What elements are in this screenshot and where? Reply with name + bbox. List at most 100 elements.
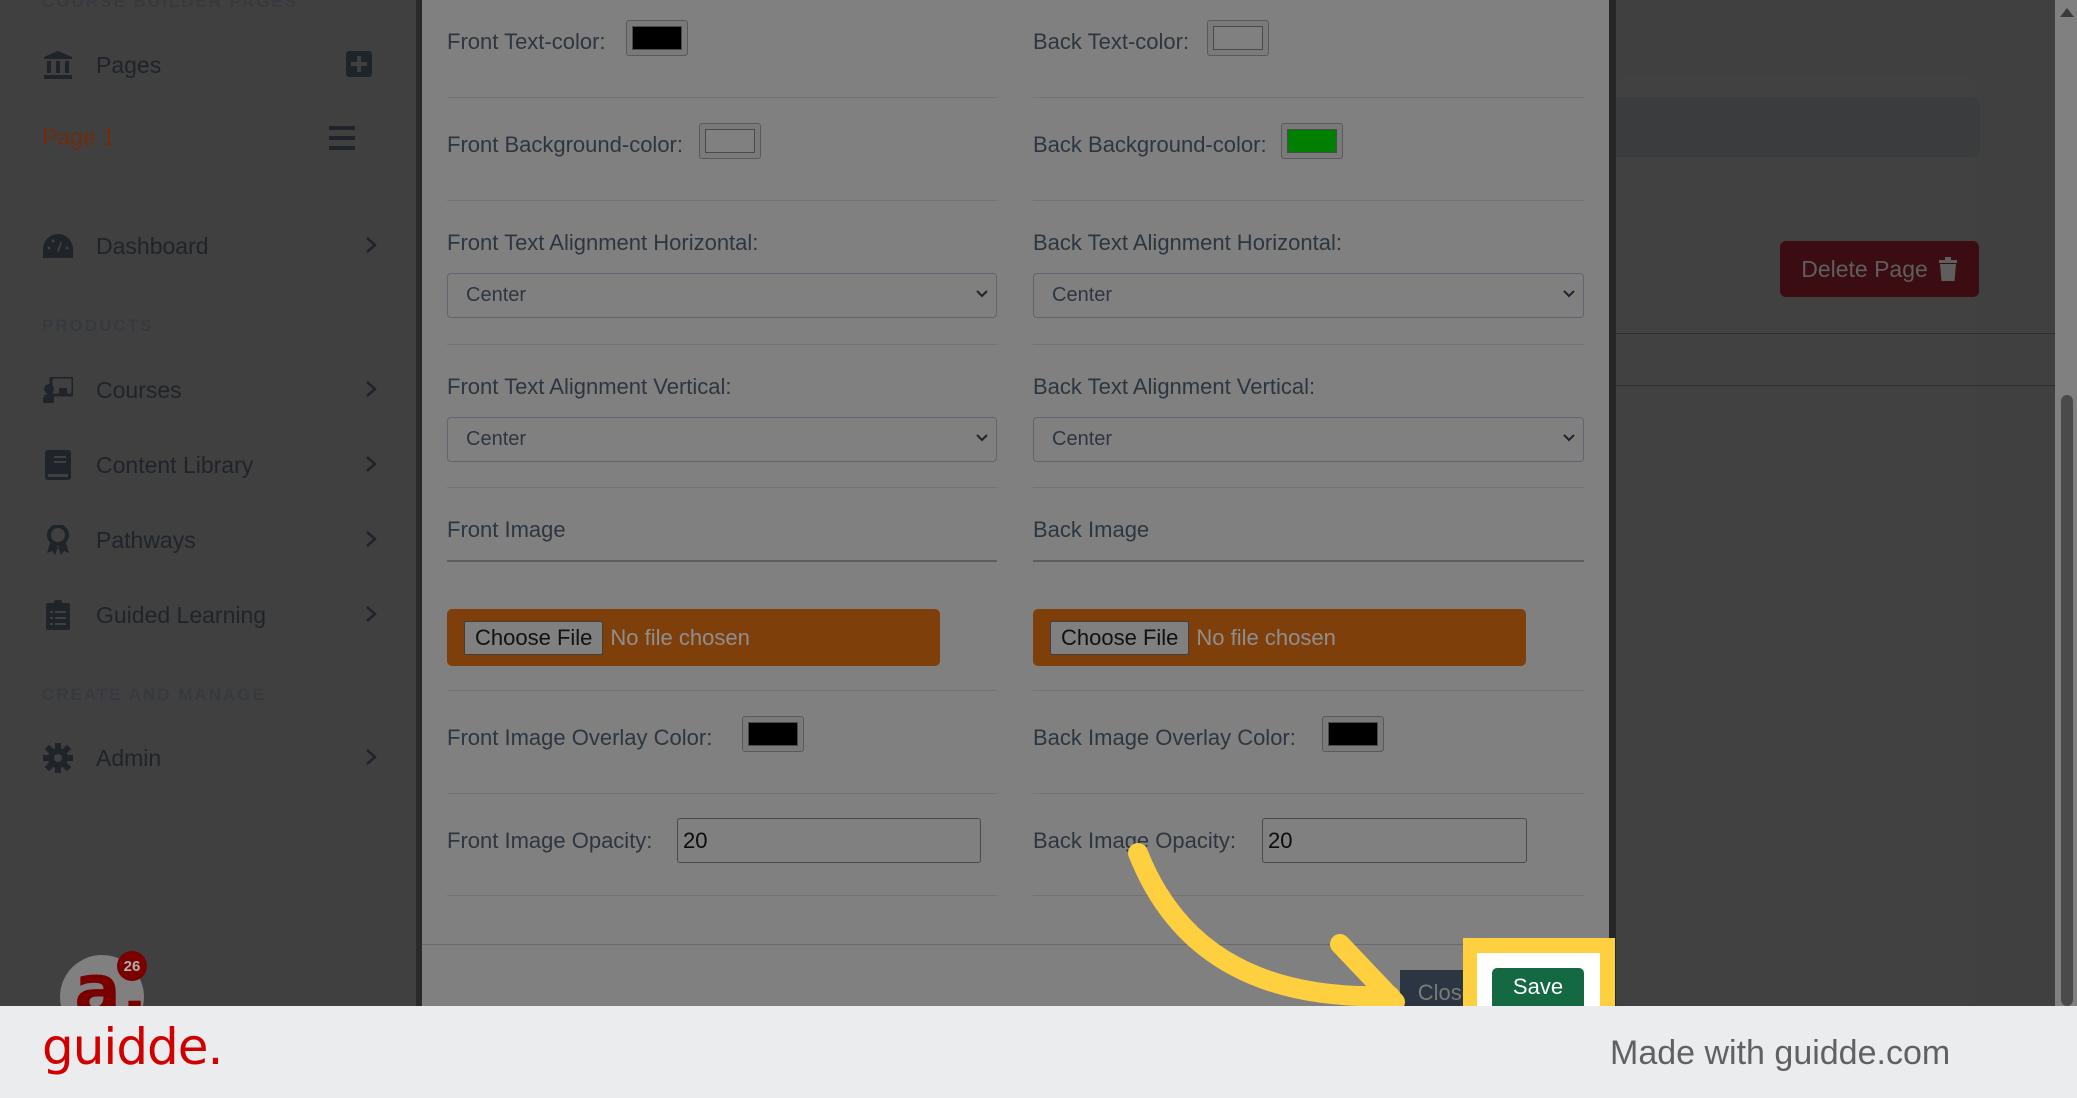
back-image-label: Back Image [1033,517,1150,542]
chevron-right-icon [366,606,377,622]
front-v-align-select[interactable]: Center [447,417,997,462]
front-image-underline [447,560,997,562]
back-v-align-select[interactable]: Center [1033,417,1584,462]
sidebar-item-guided-learning[interactable]: Guided Learning [42,595,382,635]
clipboard-list-icon [42,599,74,631]
sidebar-item-label: Content Library [96,451,254,478]
divider [1616,385,2056,386]
page-menu-icon[interactable] [329,126,355,150]
front-choose-file-button[interactable]: Choose File [464,620,604,655]
front-opacity-label: Front Image Opacity: [447,828,653,853]
divider [447,690,997,691]
back-image-underline [1033,560,1584,562]
scrollbar-thumb[interactable] [2061,395,2073,1006]
chevron-right-icon [366,456,377,472]
divider [1033,200,1584,201]
sidebar-item-admin[interactable]: Admin [42,738,382,778]
dashboard-gauge-icon [42,230,74,262]
back-text-color-picker[interactable] [1207,20,1269,56]
main-card [1616,75,1976,1005]
front-bg-color-picker[interactable] [699,123,761,159]
sidebar-item-label: Guided Learning [96,601,267,628]
front-bg-color-label: Front Background-color: [447,132,683,157]
front-v-align-label: Front Text Alignment Vertical: [447,374,732,399]
back-text-color-label: Back Text-color: [1033,29,1190,54]
notification-badge: 26 [117,951,147,981]
scroll-up-arrow-icon[interactable] [2060,8,2074,17]
sidebar: COURSE BUILDER PAGES Pages Page 1 Dashbo… [0,0,416,1006]
front-h-align-label: Front Text Alignment Horizontal: [447,230,759,255]
sidebar-item-label: Admin [96,744,162,771]
divider [1616,333,2056,334]
front-no-file-text: No file chosen [610,624,750,650]
back-h-align-value: Center [1052,284,1113,306]
gear-icon [42,742,74,774]
sidebar-item-courses[interactable]: Courses [42,370,382,410]
front-overlay-color-picker[interactable] [742,716,804,752]
guide-arrow-icon [1128,843,1405,1010]
back-overlay-color-swatch [1328,722,1378,746]
delete-page-button[interactable]: Delete Page [1780,241,1979,297]
back-bg-color-swatch [1287,129,1337,153]
front-image-file-input[interactable]: Choose File No file chosen [447,609,940,666]
back-text-color-swatch [1213,26,1263,50]
front-bg-color-swatch [705,129,755,153]
front-opacity-input[interactable]: 20 [677,818,981,863]
back-no-file-text: No file chosen [1196,624,1336,650]
page-title-field[interactable] [1600,97,1980,157]
sidebar-section-create-manage: CREATE AND MANAGE [42,685,266,704]
made-with-text: Made with guidde.com [1610,1034,1951,1072]
divider [1033,344,1584,345]
divider [447,487,997,488]
sidebar-item-dashboard[interactable]: Dashboard [42,226,382,266]
sidebar-section-products: PRODUCTS [42,316,154,335]
front-h-align-value: Center [466,284,527,306]
front-text-color-label: Front Text-color: [447,29,606,54]
divider [1033,487,1584,488]
sidebar-item-pathways[interactable]: Pathways [42,520,382,560]
sidebar-section-course-builder: COURSE BUILDER PAGES [42,0,298,11]
chevron-right-icon [366,381,377,397]
front-text-color-swatch [632,26,682,50]
sidebar-item-label: Pathways [96,526,196,553]
sidebar-item-pages[interactable]: Pages [42,45,382,85]
front-overlay-color-label: Front Image Overlay Color: [447,725,713,750]
divider [447,97,997,98]
front-v-align-value: Center [466,428,527,450]
chevron-down-icon [1563,434,1575,442]
divider [1033,793,1584,794]
back-h-align-select[interactable]: Center [1033,273,1584,318]
add-page-icon[interactable] [346,51,372,77]
back-bg-color-picker[interactable] [1281,123,1343,159]
modal-edge [1609,0,1616,1006]
chevron-right-icon [366,237,377,253]
trash-icon [1938,257,1957,281]
back-bg-color-label: Back Background-color: [1033,132,1267,157]
chevron-right-icon [366,531,377,547]
back-overlay-color-label: Back Image Overlay Color: [1033,725,1296,750]
back-h-align-label: Back Text Alignment Horizontal: [1033,230,1342,255]
back-v-align-label: Back Text Alignment Vertical: [1033,374,1316,399]
divider [1033,690,1584,691]
front-h-align-select[interactable]: Center [447,273,997,318]
sidebar-item-label: Pages [96,51,162,78]
sidebar-page-1[interactable]: Page 1 [42,124,115,151]
book-icon [42,449,74,481]
save-button[interactable]: Save [1492,968,1584,1006]
back-image-file-input[interactable]: Choose File No file chosen [1033,609,1526,666]
chevron-right-icon [366,749,377,765]
back-overlay-color-picker[interactable] [1322,716,1384,752]
back-v-align-value: Center [1052,428,1113,450]
divider [447,344,997,345]
back-choose-file-button[interactable]: Choose File [1050,620,1190,655]
chalkboard-teacher-icon [42,374,74,406]
front-text-color-picker[interactable] [626,20,688,56]
sidebar-item-label: Courses [96,376,182,403]
delete-page-label: Delete Page [1801,255,1928,282]
chevron-down-icon [1563,290,1575,298]
sidebar-item-label: Dashboard [96,232,209,259]
divider [1033,97,1584,98]
award-icon [42,524,74,556]
sidebar-item-content-library[interactable]: Content Library [42,445,382,485]
chevron-down-icon [976,434,988,442]
